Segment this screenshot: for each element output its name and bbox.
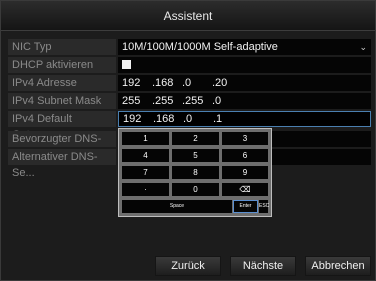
- cancel-button[interactable]: Abbrechen: [305, 256, 371, 276]
- key-space[interactable]: Space: [122, 200, 232, 213]
- ipv4-subnet-row[interactable]: IPv4 Subnet Mask 255.255.255.0: [8, 93, 371, 109]
- dhcp-row[interactable]: DHCP aktivieren: [8, 57, 371, 73]
- ip-octet[interactable]: .0: [182, 75, 212, 91]
- ip-octet[interactable]: 255: [122, 93, 152, 109]
- key-enter[interactable]: Enter: [233, 200, 258, 213]
- key-dot[interactable]: ·: [122, 183, 169, 196]
- dhcp-checkbox[interactable]: [122, 60, 131, 69]
- dns-primary-label: Bevorzugter DNS-S...: [8, 131, 116, 161]
- ipv4-subnet-label: IPv4 Subnet Mask: [8, 93, 116, 109]
- ip-octet[interactable]: .0: [183, 112, 213, 126]
- ipv4-gateway-label: IPv4 Default Gateway: [8, 111, 116, 141]
- back-button[interactable]: Zurück: [155, 256, 221, 276]
- ipv4-address-field[interactable]: 192.168.0.20: [118, 75, 371, 91]
- ipv4-gateway-row[interactable]: IPv4 Default Gateway 192.168.0.1: [8, 111, 371, 141]
- key-9[interactable]: 9: [222, 166, 268, 179]
- key-4[interactable]: 4: [122, 149, 169, 162]
- ipv4-subnet-field[interactable]: 255.255.255.0: [118, 93, 371, 109]
- numeric-keypad: 1 2 3 4 5 6 7 8 9 · 0 ⌫ Space Enter ESC: [118, 128, 272, 217]
- ip-octet[interactable]: 192: [122, 75, 152, 91]
- ip-octet[interactable]: .255: [182, 93, 212, 109]
- key-esc[interactable]: ESC: [259, 200, 269, 213]
- nic-type-label: NIC Typ: [8, 39, 116, 55]
- backspace-icon[interactable]: ⌫: [222, 183, 268, 196]
- next-button[interactable]: Nächste: [230, 256, 296, 276]
- key-7[interactable]: 7: [122, 166, 169, 179]
- ipv4-gateway-field[interactable]: 192.168.0.1: [118, 111, 371, 127]
- ip-octet[interactable]: .255: [152, 93, 182, 109]
- ip-octet[interactable]: .20: [212, 75, 242, 91]
- dhcp-label: DHCP aktivieren: [8, 57, 116, 73]
- dns-alternate-label: Alternativer DNS-Se...: [8, 149, 116, 179]
- ip-octet[interactable]: .168: [153, 112, 183, 126]
- dialog-title: Assistent: [163, 8, 213, 23]
- ip-octet[interactable]: .0: [212, 93, 242, 109]
- key-2[interactable]: 2: [172, 132, 219, 145]
- dhcp-field: [118, 57, 371, 73]
- chevron-down-icon[interactable]: ⌄: [359, 39, 367, 55]
- key-6[interactable]: 6: [222, 149, 268, 162]
- nic-type-row[interactable]: NIC Typ 10M/100M/1000M Self-adaptive ⌄: [8, 39, 371, 55]
- key-1[interactable]: 1: [122, 132, 169, 145]
- ip-octet[interactable]: .1: [213, 112, 243, 126]
- ipv4-address-row[interactable]: IPv4 Adresse 192.168.0.20: [8, 75, 371, 91]
- wizard-dialog: Assistent NIC Typ 10M/100M/1000M Self-ad…: [0, 0, 376, 281]
- key-3[interactable]: 3: [222, 132, 268, 145]
- key-0[interactable]: 0: [172, 183, 219, 196]
- nic-type-select[interactable]: 10M/100M/1000M Self-adaptive ⌄: [118, 39, 371, 55]
- ip-octet[interactable]: 192: [123, 112, 153, 126]
- ipv4-address-label: IPv4 Adresse: [8, 75, 116, 91]
- ip-octet[interactable]: .168: [152, 75, 182, 91]
- key-5[interactable]: 5: [172, 149, 219, 162]
- dialog-titlebar: Assistent: [1, 1, 375, 31]
- nic-type-value: 10M/100M/1000M Self-adaptive: [122, 41, 278, 53]
- key-8[interactable]: 8: [172, 166, 219, 179]
